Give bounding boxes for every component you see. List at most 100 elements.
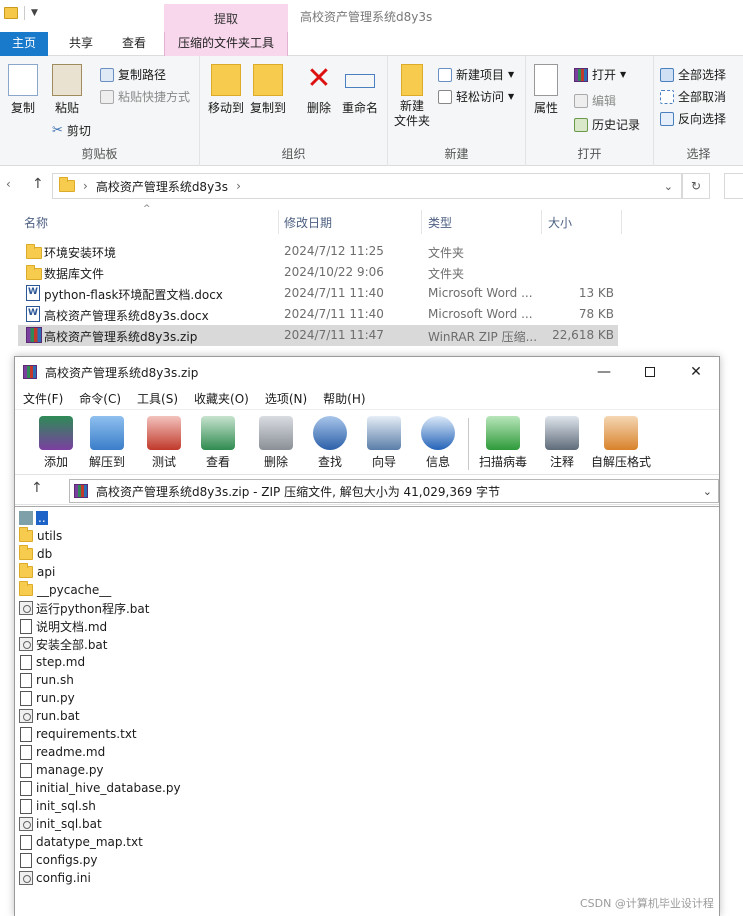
invert-selection-button[interactable]: 反向选择 [660, 110, 726, 127]
extract-to-button[interactable]: 解压到 [89, 416, 125, 470]
menu-item[interactable]: 选项(N) [257, 390, 315, 407]
archive-item[interactable]: init_sql.sh [19, 797, 96, 815]
file-row[interactable]: 数据库文件 2024/10/22 9:06 文件夹 [18, 262, 618, 283]
menu-item[interactable]: 文件(F) [15, 390, 71, 407]
winrar-icon [574, 67, 588, 82]
archive-item-name: .. [36, 511, 48, 525]
archive-item[interactable]: run.sh [19, 671, 74, 689]
file-date: 2024/7/12 11:25 [284, 244, 384, 258]
archive-item[interactable]: requirements.txt [19, 725, 137, 743]
archive-item[interactable]: __pycache__ [19, 581, 111, 599]
select-none-button[interactable]: 全部取消 [660, 88, 726, 105]
archive-item[interactable]: run.py [19, 689, 75, 707]
archive-item[interactable]: init_sql.bat [19, 815, 102, 833]
archive-item[interactable]: 说明文档.md [19, 617, 107, 635]
archive-item[interactable]: api [19, 563, 55, 581]
history-button[interactable]: 历史记录 [574, 116, 640, 133]
archive-item[interactable]: .. [19, 509, 48, 527]
delete-button[interactable]: ✕ 删除 [304, 64, 334, 116]
scissors-icon: ✂ [52, 123, 63, 138]
column-date[interactable]: 修改日期 [284, 214, 332, 231]
menu-item[interactable]: 命令(C) [71, 390, 129, 407]
copy-to-button[interactable]: 复制到 [250, 64, 286, 116]
menu-item[interactable]: 帮助(H) [315, 390, 373, 407]
file-row[interactable]: 高校资产管理系统d8y3s.docx 2024/7/11 11:40 Microso… [18, 304, 618, 325]
file-row[interactable]: 高校资产管理系统d8y3s.zip 2024/7/11 11:47 WinRAR Z… [18, 325, 618, 346]
open-button[interactable]: 打开 ▼ [574, 66, 626, 83]
menu-item[interactable]: 收藏夹(O) [186, 390, 257, 407]
file-icon [20, 672, 32, 688]
select-all-button[interactable]: 全部选择 [660, 66, 726, 83]
invert-selection-icon [660, 111, 674, 126]
find-button[interactable]: 查找 [313, 416, 347, 470]
info-button[interactable]: 信息 [421, 416, 455, 470]
edit-button[interactable]: 编辑 [574, 92, 616, 109]
rename-button[interactable]: 重命名 [342, 64, 378, 116]
file-row[interactable]: 环境安装环境 2024/7/12 11:25 文件夹 [18, 241, 618, 262]
new-item-button[interactable]: 新建项目 ▼ [438, 66, 514, 83]
maximize-button[interactable] [627, 357, 673, 387]
tab-view[interactable]: 查看 [110, 32, 158, 56]
up-arrow-icon[interactable]: ↑ [32, 176, 44, 192]
tab-share[interactable]: 共享 [56, 32, 106, 56]
address-bar[interactable]: › 高校资产管理系统d8y3s › ⌄ [52, 173, 682, 199]
up-arrow-icon[interactable]: ↑ [31, 480, 43, 496]
paste-shortcut-button[interactable]: 粘贴快捷方式 [100, 88, 190, 105]
folder-icon[interactable] [4, 7, 18, 19]
archive-item[interactable]: 安装全部.bat [19, 635, 108, 653]
chevron-down-icon: ▼ [620, 70, 627, 79]
archive-item[interactable]: config.ini [19, 869, 91, 887]
file-row[interactable]: python-flask环境配置文档.docx 2024/7/11 11:40 Mi… [18, 283, 618, 304]
archive-item-name: datatype_map.txt [36, 835, 143, 849]
archive-item[interactable]: manage.py [19, 761, 104, 779]
winrar-address-text: 高校资产管理系统d8y3s.zip - ZIP 压缩文件, 解包大小为 41,0… [96, 484, 501, 499]
column-size[interactable]: 大小 [548, 214, 572, 231]
sfx-button[interactable]: 自解压格式 [591, 416, 651, 470]
archive-item[interactable]: configs.py [19, 851, 98, 869]
view-button[interactable]: 查看 [201, 416, 235, 470]
archive-item[interactable]: step.md [19, 653, 85, 671]
gear-file-icon [19, 817, 33, 831]
search-input[interactable] [724, 173, 743, 199]
archive-item-name: utils [37, 529, 63, 543]
copy-button[interactable]: 复制 [8, 64, 38, 116]
archive-item[interactable]: run.bat [19, 707, 80, 725]
close-button[interactable]: ✕ [673, 357, 719, 387]
minimize-button[interactable]: — [581, 357, 627, 387]
archive-item[interactable]: utils [19, 527, 62, 545]
paste-button[interactable]: 粘贴 [52, 64, 82, 116]
archive-item[interactable]: 运行python程序.bat [19, 599, 149, 617]
chevron-down-icon[interactable]: ▼ [31, 8, 38, 18]
menu-item[interactable]: 工具(S) [129, 390, 186, 407]
delete-button[interactable]: 删除 [259, 416, 293, 470]
properties-icon [534, 64, 558, 96]
easy-access-button[interactable]: 轻松访问 ▼ [438, 88, 514, 105]
comment-button[interactable]: 注释 [545, 416, 579, 470]
chevron-down-icon[interactable]: ⌄ [664, 180, 673, 193]
tab-compressed-folder-tools[interactable]: 压缩的文件夹工具 [164, 32, 288, 56]
new-folder-button[interactable]: 新建 文件夹 [394, 64, 430, 129]
virus-scan-button[interactable]: 扫描病毒 [479, 416, 527, 470]
move-to-button[interactable]: 移动到 [208, 64, 244, 116]
sfx-icon [604, 416, 638, 450]
test-button[interactable]: 测试 [147, 416, 181, 470]
refresh-button[interactable]: ↻ [682, 173, 710, 199]
properties-button[interactable]: 属性 [534, 64, 558, 116]
winrar-address-bar[interactable]: 高校资产管理系统d8y3s.zip - ZIP 压缩文件, 解包大小为 41,0… [69, 479, 719, 503]
chevron-down-icon[interactable]: ⌄ [703, 485, 712, 498]
tab-home[interactable]: 主页 [0, 32, 48, 56]
chevron-left-icon[interactable]: ‹ [6, 177, 11, 191]
add-button[interactable]: 添加 [39, 416, 73, 470]
archive-item[interactable]: db [19, 545, 52, 563]
select-none-icon [660, 89, 674, 104]
archive-item[interactable]: readme.md [19, 743, 105, 761]
wizard-button[interactable]: 向导 [367, 416, 401, 470]
column-name[interactable]: 名称 [24, 214, 48, 231]
file-name: python-flask环境配置文档.docx [44, 288, 223, 302]
copy-path-button[interactable]: 复制路径 [100, 66, 166, 83]
archive-item[interactable]: initial_hive_database.py [19, 779, 181, 797]
column-type[interactable]: 类型 [428, 214, 452, 231]
archive-item[interactable]: datatype_map.txt [19, 833, 143, 851]
file-icon [20, 690, 32, 706]
cut-button[interactable]: ✂ 剪切 [52, 122, 91, 139]
